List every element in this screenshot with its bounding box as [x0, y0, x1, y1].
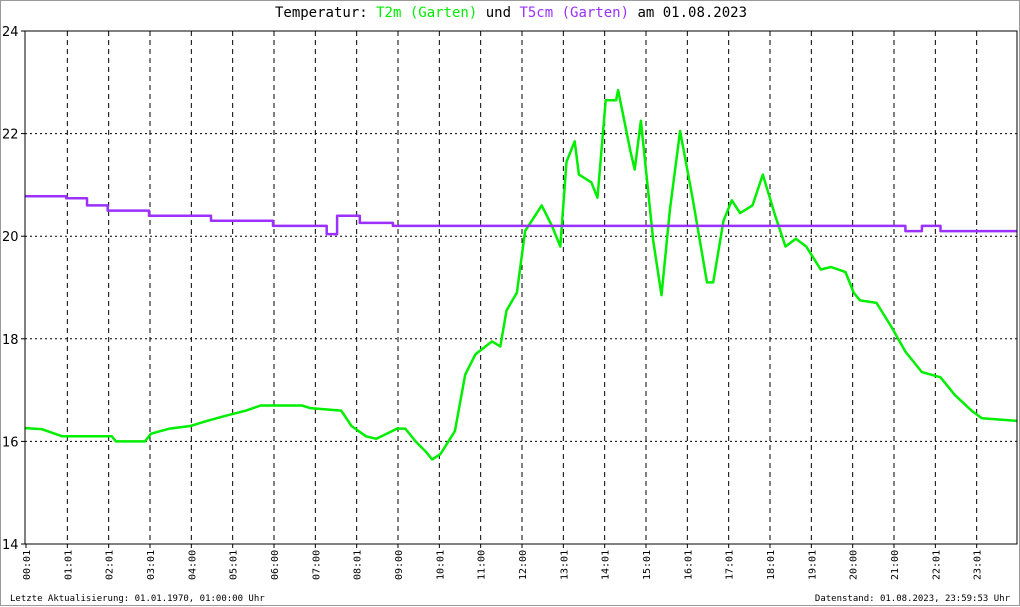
y-tick-label: 20	[2, 230, 19, 245]
y-tick-label: 16	[2, 435, 19, 450]
last-update-text: Letzte Aktualisierung: 01.01.1970, 01:00…	[10, 594, 265, 604]
y-tick-label: 22	[2, 128, 19, 143]
x-tick-label: 18:01	[766, 550, 777, 580]
data-timestamp-text: Datenstand: 01.08.2023, 23:59:53 Uhr	[814, 594, 1010, 604]
x-tick-label: 21:00	[890, 550, 901, 580]
x-tick-label: 08:01	[353, 550, 364, 580]
y-tick-label: 24	[2, 25, 19, 40]
chart-window: Temperatur: T2m (Garten) und T5cm (Garte…	[0, 0, 1020, 606]
x-tick-label: 17:01	[725, 550, 736, 580]
x-tick-label: 04:00	[187, 550, 198, 580]
x-tick-label: 03:01	[146, 550, 157, 580]
x-tick-label: 14:01	[601, 550, 612, 580]
x-tick-label: 02:01	[105, 550, 116, 580]
x-tick-label: 06:00	[270, 550, 281, 580]
y-tick-label: 18	[2, 333, 19, 348]
x-tick-label: 15:01	[642, 550, 653, 580]
x-tick-label: 01:01	[63, 550, 74, 580]
x-tick-label: 00:01	[22, 550, 33, 580]
x-tick-label: 16:01	[683, 550, 694, 580]
x-tick-label: 12:00	[518, 550, 529, 580]
x-tick-label: 09:00	[394, 550, 405, 580]
x-tick-label: 19:01	[807, 550, 818, 580]
plot-frame	[24, 30, 1018, 545]
x-tick-label: 23:01	[973, 550, 984, 580]
x-tick-label: 11:00	[477, 550, 488, 580]
series-line-t2m	[24, 88, 1018, 461]
x-tick-label: 05:01	[229, 550, 240, 580]
x-tick-label: 13:01	[559, 550, 570, 580]
x-tick-label: 07:00	[311, 550, 322, 580]
y-tick-label: 14	[2, 538, 19, 553]
series-line-t5cm	[25, 194, 1017, 236]
plot-area: 14 16 18 20 22 24 00:01 01:01 02:01 03:01 04:00 05:…	[2, 25, 1018, 580]
x-tick-label: 22:01	[931, 550, 942, 580]
x-tick-label: 10:01	[435, 550, 446, 580]
x-tick-label: 20:00	[849, 550, 860, 580]
